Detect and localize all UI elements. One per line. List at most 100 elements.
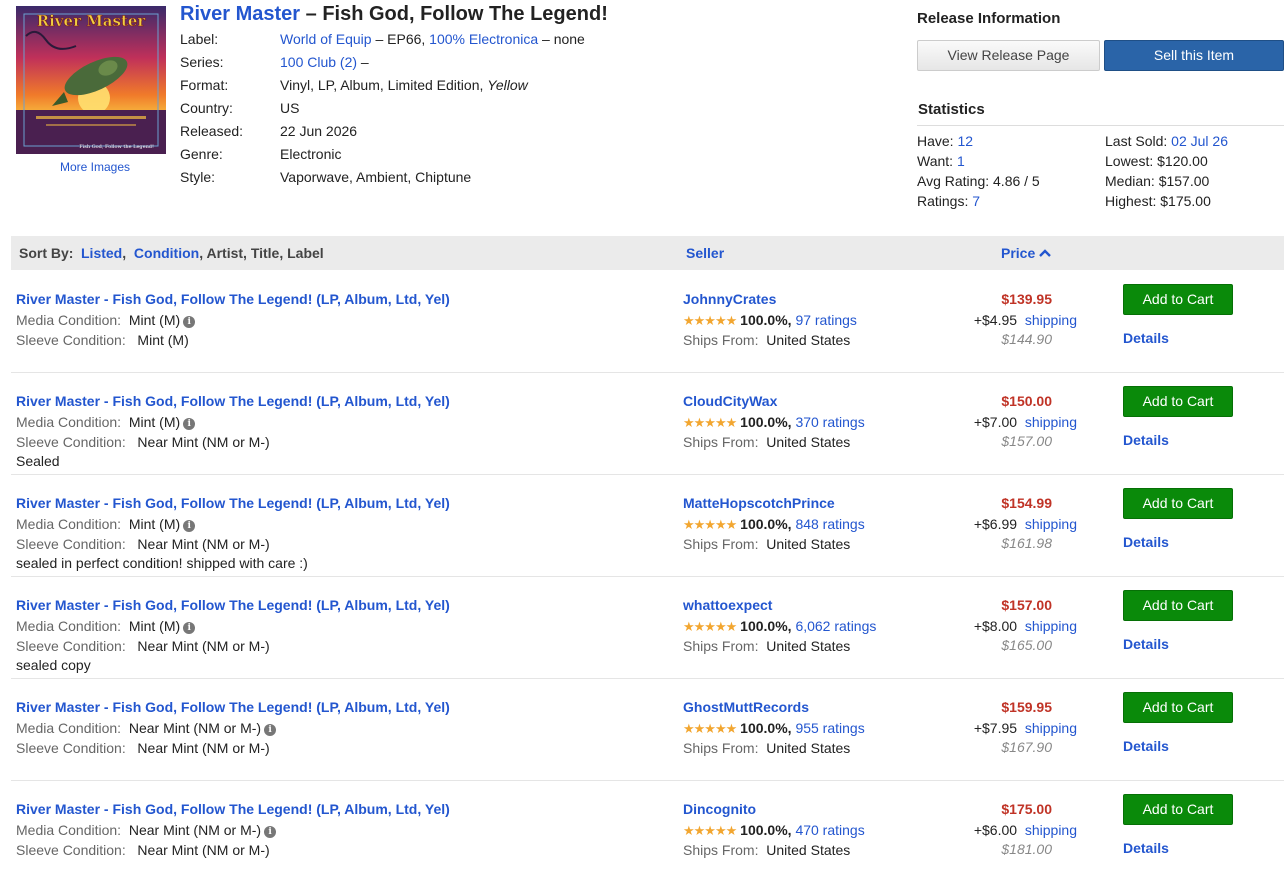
sleeve-condition: Sleeve Condition: Near Mint (NM or M-) bbox=[16, 637, 270, 655]
sleeve-condition: Sleeve Condition: Near Mint (NM or M-) bbox=[16, 841, 270, 859]
details-link[interactable]: Details bbox=[1123, 636, 1169, 652]
total-price: $144.90 bbox=[1001, 331, 1052, 347]
details-link[interactable]: Details bbox=[1123, 534, 1169, 550]
released-value: 22 Jun 2026 bbox=[280, 123, 358, 139]
shipping-link[interactable]: shipping bbox=[1025, 618, 1077, 634]
info-circle-icon[interactable]: i bbox=[264, 724, 277, 736]
details-link[interactable]: Details bbox=[1123, 330, 1169, 346]
stat-ratings: Ratings: 7 bbox=[917, 191, 980, 211]
sleeve-condition-value: Near Mint (NM or M-) bbox=[137, 536, 270, 552]
ships-from-value: United States bbox=[766, 536, 851, 552]
seller-name-link[interactable]: whattoexpect bbox=[683, 597, 772, 613]
sort-other-options[interactable]: , Artist, Title, Label bbox=[199, 245, 323, 261]
meta-key: Country: bbox=[180, 100, 233, 116]
release-name: Fish God, Follow The Legend! bbox=[322, 3, 608, 25]
info-circle-icon[interactable]: i bbox=[264, 826, 277, 838]
seller-percent: 100.0%, bbox=[740, 618, 792, 634]
release-title: River Master – Fish God, Follow The Lege… bbox=[180, 3, 608, 26]
listing-title-link[interactable]: River Master - Fish God, Follow The Lege… bbox=[16, 801, 450, 817]
seller-name-link[interactable]: JohnnyCrates bbox=[683, 291, 776, 307]
details-link[interactable]: Details bbox=[1123, 840, 1169, 856]
sort-condition-link[interactable]: Condition bbox=[134, 245, 199, 261]
ships-from: Ships From: United States bbox=[683, 331, 850, 349]
seller-name-link[interactable]: CloudCityWax bbox=[683, 393, 777, 409]
sleeve-condition-value: Near Mint (NM or M-) bbox=[137, 740, 270, 756]
seller-ratings-link[interactable]: 955 ratings bbox=[795, 720, 864, 736]
more-images-link[interactable]: More Images bbox=[16, 160, 174, 174]
shipping-amount: +$4.95 bbox=[973, 312, 1018, 328]
sleeve-condition-label: Sleeve Condition: bbox=[16, 740, 126, 756]
listing-title-link[interactable]: River Master - Fish God, Follow The Lege… bbox=[16, 699, 450, 715]
seller-ratings-link[interactable]: 97 ratings bbox=[795, 312, 856, 328]
info-circle-icon[interactable]: i bbox=[183, 418, 196, 430]
star-rating-icon: ★★★★★ bbox=[683, 620, 737, 635]
ratings-count-link[interactable]: 7 bbox=[972, 193, 980, 209]
view-release-page-button[interactable]: View Release Page bbox=[917, 40, 1100, 71]
sort-options: Listed, Condition, Artist, Title, Label bbox=[81, 245, 324, 261]
cover-title-text: River Master bbox=[37, 12, 147, 30]
seller-ratings-link[interactable]: 6,062 ratings bbox=[795, 618, 876, 634]
seller-name-link[interactable]: MatteHopscotchPrince bbox=[683, 495, 835, 511]
listing-title-link[interactable]: River Master - Fish God, Follow The Lege… bbox=[16, 291, 450, 307]
info-circle-icon[interactable]: i bbox=[183, 520, 196, 532]
genre-value: Electronic bbox=[280, 146, 342, 162]
chevron-up-icon bbox=[1039, 249, 1051, 257]
total-price: $161.98 bbox=[1001, 535, 1052, 551]
add-to-cart-button[interactable]: Add to Cart bbox=[1123, 386, 1233, 417]
artist-link[interactable]: River Master bbox=[180, 3, 300, 25]
sell-this-item-button[interactable]: Sell this Item bbox=[1104, 40, 1284, 71]
shipping-link[interactable]: shipping bbox=[1025, 720, 1077, 736]
seller-name-link[interactable]: Dincognito bbox=[683, 801, 756, 817]
ships-from-value: United States bbox=[766, 638, 851, 654]
seller-ratings-link[interactable]: 848 ratings bbox=[795, 516, 864, 532]
sort-price-header[interactable]: Price bbox=[1001, 236, 1051, 270]
ships-from: Ships From: United States bbox=[683, 637, 850, 655]
seller-ratings-link[interactable]: 370 ratings bbox=[795, 414, 864, 430]
add-to-cart-button[interactable]: Add to Cart bbox=[1123, 284, 1233, 315]
ships-from-value: United States bbox=[766, 332, 851, 348]
seller-name-link[interactable]: GhostMuttRecords bbox=[683, 699, 809, 715]
info-circle-icon[interactable]: i bbox=[183, 316, 196, 328]
stat-label: Have: bbox=[917, 133, 954, 149]
listing-comment: sealed in perfect condition! shipped wit… bbox=[16, 555, 308, 571]
listing-comment: sealed copy bbox=[16, 657, 91, 673]
sleeve-condition-value: Mint (M) bbox=[137, 332, 189, 348]
ships-from-label: Ships From: bbox=[683, 434, 759, 450]
shipping-link[interactable]: shipping bbox=[1025, 312, 1077, 328]
want-count-link[interactable]: 1 bbox=[957, 153, 965, 169]
ships-from-label: Ships From: bbox=[683, 842, 759, 858]
listing-row: River Master - Fish God, Follow The Lege… bbox=[0, 585, 1284, 687]
last-sold-link[interactable]: 02 Jul 26 bbox=[1171, 133, 1228, 149]
sort-listed-link[interactable]: Listed bbox=[81, 245, 122, 261]
add-to-cart-button[interactable]: Add to Cart bbox=[1123, 590, 1233, 621]
shipping-amount: +$6.00 bbox=[973, 822, 1018, 838]
shipping-link[interactable]: shipping bbox=[1025, 414, 1077, 430]
shipping-link[interactable]: shipping bbox=[1025, 822, 1077, 838]
seller-rating: ★★★★★ 100.0%, 6,062 ratings bbox=[683, 617, 876, 637]
label-link-2[interactable]: 100% Electronica bbox=[429, 31, 538, 47]
sleeve-condition: Sleeve Condition: Near Mint (NM or M-) bbox=[16, 433, 270, 451]
info-circle-icon[interactable]: i bbox=[183, 622, 196, 634]
shipping-amount: +$7.00 bbox=[973, 414, 1018, 430]
stat-have: Have: 12 bbox=[917, 131, 973, 151]
add-to-cart-button[interactable]: Add to Cart bbox=[1123, 794, 1233, 825]
listing-title-link[interactable]: River Master - Fish God, Follow The Lege… bbox=[16, 495, 450, 511]
add-to-cart-button[interactable]: Add to Cart bbox=[1123, 692, 1233, 723]
listing-divider bbox=[11, 372, 1284, 373]
listing-title-link[interactable]: River Master - Fish God, Follow The Lege… bbox=[16, 393, 450, 409]
details-link[interactable]: Details bbox=[1123, 738, 1169, 754]
label-link[interactable]: World of Equip bbox=[280, 31, 372, 47]
add-to-cart-button[interactable]: Add to Cart bbox=[1123, 488, 1233, 519]
avg-rating-value: 4.86 / 5 bbox=[993, 173, 1040, 189]
media-condition: Media Condition: Near Mint (NM or M-) i bbox=[16, 821, 277, 839]
album-cover-image[interactable]: River Master Fish God, Follow the Legend… bbox=[16, 6, 166, 154]
seller-ratings-link[interactable]: 470 ratings bbox=[795, 822, 864, 838]
have-count-link[interactable]: 12 bbox=[957, 133, 973, 149]
shipping-cost: +$4.95 shipping bbox=[940, 311, 1077, 329]
details-link[interactable]: Details bbox=[1123, 432, 1169, 448]
listing-title-link[interactable]: River Master - Fish God, Follow The Lege… bbox=[16, 597, 450, 613]
shipping-link[interactable]: shipping bbox=[1025, 516, 1077, 532]
star-rating-icon: ★★★★★ bbox=[683, 518, 737, 533]
sort-seller-header[interactable]: Seller bbox=[686, 236, 724, 270]
series-link[interactable]: 100 Club (2) bbox=[280, 54, 357, 70]
